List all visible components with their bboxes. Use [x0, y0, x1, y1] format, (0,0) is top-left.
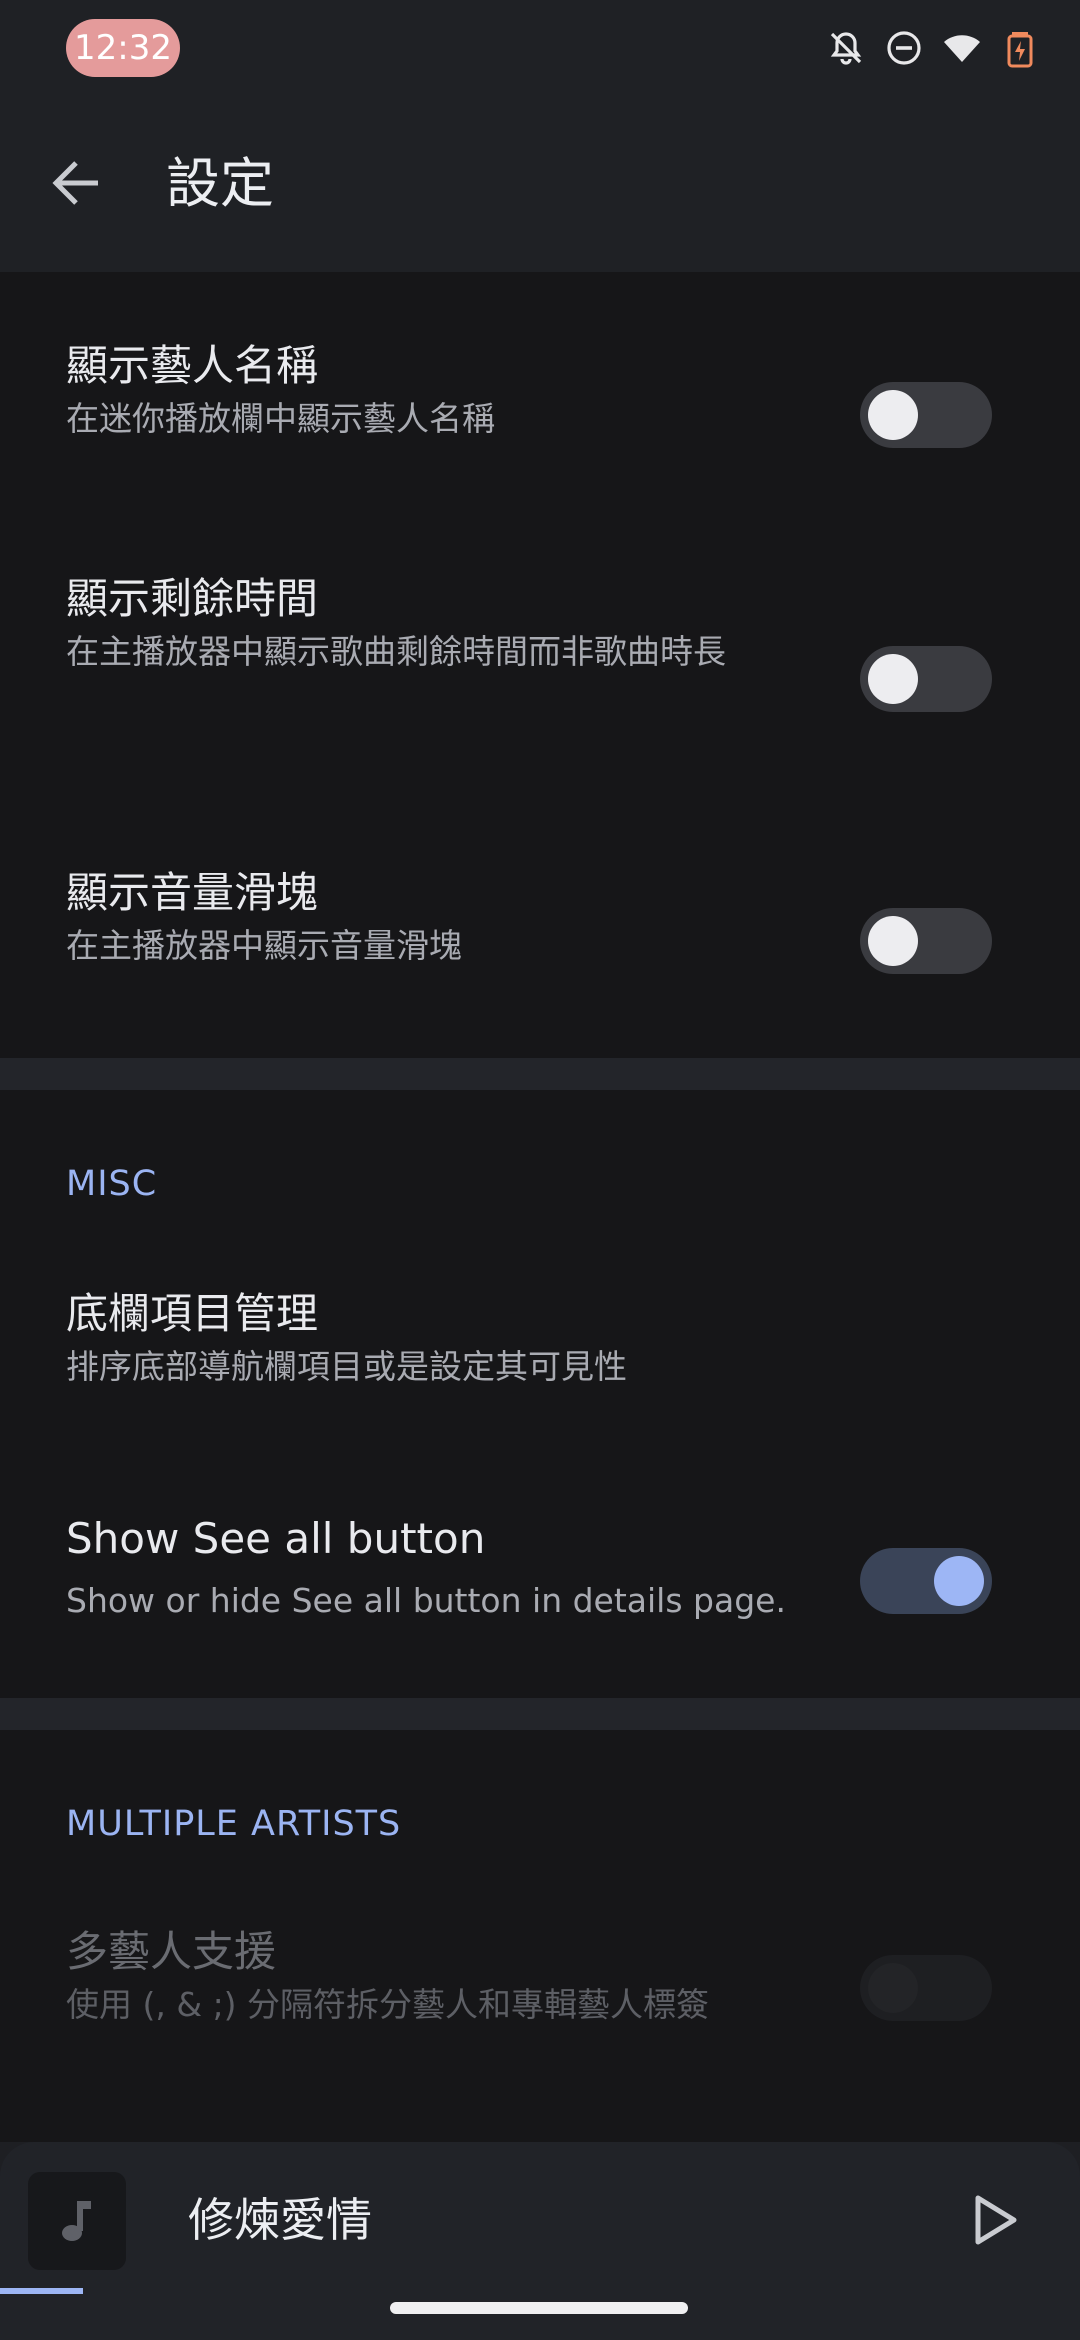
- page-title: 設定: [166, 152, 274, 215]
- status-bar: 12:32: [0, 0, 1080, 96]
- playback-progress: [0, 2288, 1080, 2294]
- now-playing-title: 修煉愛情: [188, 2193, 372, 2247]
- status-icons: [826, 26, 1040, 70]
- setting-subtitle: Show or hide See all button in details p…: [66, 1581, 786, 1620]
- section-header-multiple-artists: MULTIPLE ARTISTS: [66, 1804, 402, 1844]
- toggle-show-see-all-button[interactable]: [860, 1548, 992, 1614]
- playback-progress-fill: [0, 2288, 84, 2294]
- section-divider: [0, 1058, 1080, 1090]
- settings-list: 顯示藝人名稱 在迷你播放欄中顯示藝人名稱 顯示剩餘時間 在主播放器中顯示歌曲剩餘…: [0, 272, 1080, 2142]
- setting-title: 顯示音量滑塊: [66, 868, 319, 917]
- toggle-knob: [934, 1556, 984, 1606]
- setting-title: 顯示剩餘時間: [66, 574, 319, 623]
- wifi-icon: [942, 28, 982, 68]
- music-note-icon: [62, 2201, 91, 2241]
- play-icon: [975, 2195, 1017, 2245]
- toggle-knob: [868, 916, 918, 966]
- setting-title: 多藝人支援: [66, 1927, 277, 1976]
- setting-title: Show See all button: [66, 1514, 486, 1563]
- do-not-disturb-icon: [884, 28, 924, 68]
- setting-subtitle: 在迷你播放欄中顯示藝人名稱: [66, 399, 495, 438]
- app-bar: 設定: [0, 96, 1080, 272]
- status-time: 12:32: [66, 19, 180, 77]
- toggle-show-artist-name[interactable]: [860, 382, 992, 448]
- toggle-knob: [868, 390, 918, 440]
- setting-title: 顯示藝人名稱: [66, 341, 319, 390]
- setting-nav-bar-manager[interactable]: 底欄項目管理 排序底部導航欄項目或是設定其可見性: [0, 1280, 1080, 1400]
- back-arrow-icon: [52, 161, 98, 205]
- toggle-knob: [868, 654, 918, 704]
- setting-subtitle: 在主播放器中顯示音量滑塊: [66, 926, 462, 965]
- album-art[interactable]: [28, 2172, 126, 2270]
- setting-title: 底欄項目管理: [66, 1289, 319, 1338]
- play-button[interactable]: [964, 2190, 1024, 2250]
- setting-subtitle: 使用 (, & ;) 分隔符拆分藝人和專輯藝人標簽: [66, 1985, 710, 2024]
- battery-charging-icon: [1000, 28, 1040, 68]
- multiple-artists-group: MULTIPLE ARTISTS 多藝人支援 使用 (, & ;) 分隔符拆分藝…: [0, 1730, 1080, 2142]
- notifications-off-icon: [826, 28, 866, 68]
- home-indicator: [390, 2302, 688, 2314]
- toggle-show-volume-slider[interactable]: [860, 908, 992, 974]
- toggle-multiple-artists-support: [860, 1955, 992, 2021]
- toggle-knob: [868, 1963, 918, 2013]
- setting-subtitle: 排序底部導航欄項目或是設定其可見性: [66, 1347, 627, 1386]
- setting-subtitle: 在主播放器中顯示歌曲剩餘時間而非歌曲時長: [66, 632, 726, 671]
- toggle-show-remaining-time[interactable]: [860, 646, 992, 712]
- section-divider: [0, 1698, 1080, 1730]
- back-button[interactable]: [44, 150, 110, 216]
- section-header-misc: MISC: [66, 1164, 158, 1204]
